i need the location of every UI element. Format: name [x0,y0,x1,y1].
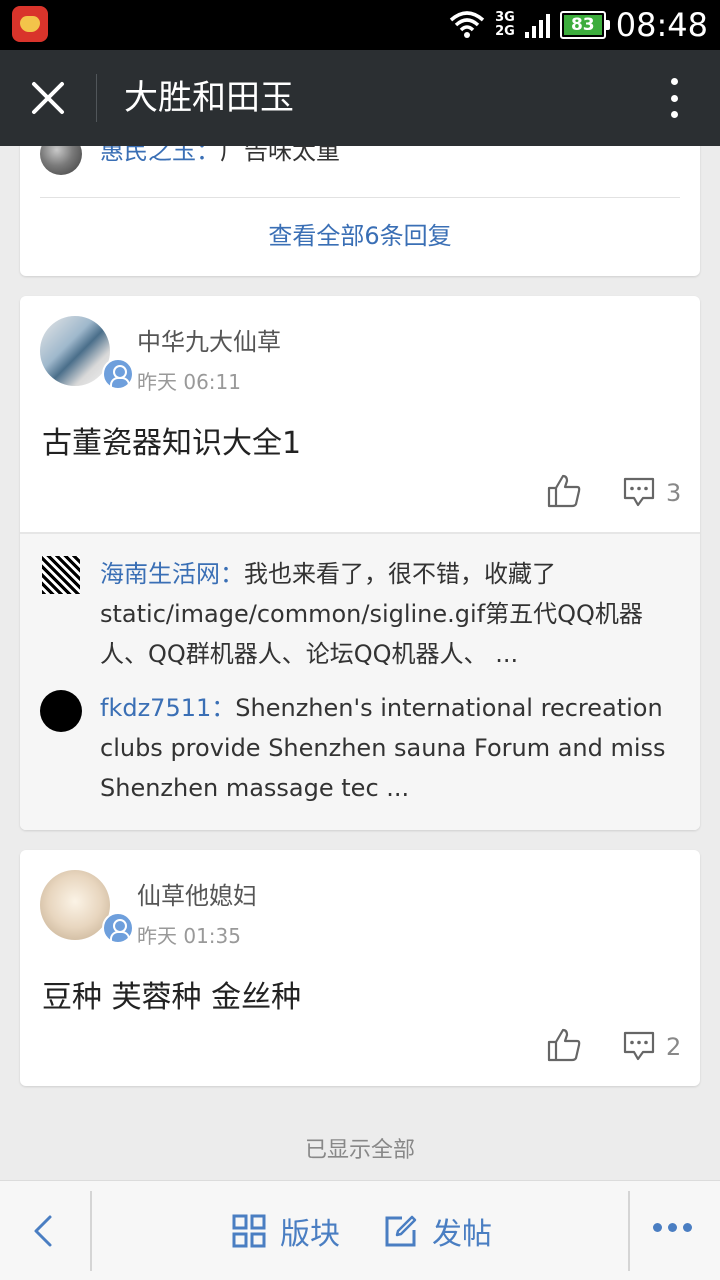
new-post-button[interactable]: 发帖 [384,1209,492,1253]
post-card-previous: 惠民之玉：广告味太重 查看全部6条回复 [20,146,700,276]
bottom-toolbar: 版块 发帖 [0,1180,720,1280]
toolbar-divider [628,1191,630,1271]
post-time: 昨天 06:11 [137,370,241,394]
overflow-menu-icon[interactable] [668,78,680,118]
post-time: 昨天 01:35 [137,924,241,948]
post-title[interactable]: 古董瓷器知识大全1 [42,418,301,462]
user-badge-icon [102,358,134,390]
post-card[interactable]: 仙草他媳妇 昨天 01:35 豆种 芙蓉种 金丝种 2 [20,850,700,1086]
sections-button[interactable]: 版块 [232,1209,340,1253]
clock: 08:48 [615,6,708,44]
title-bar: 大胜和田玉 [0,50,720,146]
reply-item[interactable]: 海南生活网：我也来看了，很不错，收藏了static/image/common/s… [100,554,670,674]
reply-item[interactable]: fkdz7511：Shenzhen's international recrea… [100,688,670,808]
battery-icon: 83 [559,11,610,39]
reply-author: 惠民之玉： [100,146,220,165]
reply-author: 海南生活网： [100,560,244,588]
app-notification-icon [12,6,48,42]
post-author[interactable]: 中华九大仙草 [137,322,281,357]
more-icon[interactable] [653,1223,692,1232]
back-arrow-icon[interactable] [28,1209,58,1253]
new-post-label: 发帖 [432,1217,492,1252]
reply-item[interactable]: 惠民之玉：广告味太重 [100,146,670,171]
like-icon[interactable] [546,1027,582,1063]
reply-avatar [40,690,82,732]
comment-icon[interactable] [622,1030,656,1062]
user-badge-icon [102,912,134,944]
reply-avatar [42,556,80,594]
like-icon[interactable] [546,473,582,509]
status-bar: 3G 2G 83 08:48 [0,0,720,50]
post-card[interactable]: 中华九大仙草 昨天 06:11 古董瓷器知识大全1 3 海南生活网：我也来看了，… [20,296,700,830]
end-of-list-text: 已显示全部 [304,1138,415,1163]
reply-text: 广告味太重 [220,146,340,165]
view-all-replies-link[interactable]: 查看全部6条回复 [20,216,700,251]
reply-avatar [40,146,82,175]
edit-icon [385,1215,417,1247]
toolbar-divider [90,1191,92,1271]
title-divider [96,74,97,122]
post-title[interactable]: 豆种 芙蓉种 金丝种 [42,972,301,1016]
comment-count: 3 [666,479,682,507]
page-title: 大胜和田玉 [124,78,294,118]
author-avatar[interactable] [40,870,110,940]
author-avatar[interactable] [40,316,110,386]
reply-author: fkdz7511： [100,694,236,722]
divider [40,197,680,198]
sections-label: 版块 [280,1217,340,1252]
grid-icon [232,1214,266,1248]
post-list[interactable]: 惠民之玉：广告味太重 查看全部6条回复 中华九大仙草 昨天 06:11 古董瓷器… [0,146,720,1180]
signal-icon [524,12,550,38]
wifi-icon [449,11,485,38]
comment-count: 2 [666,1033,682,1061]
network-type: 3G 2G [495,10,515,39]
battery-level: 83 [563,15,602,35]
close-icon[interactable] [22,72,74,124]
post-author[interactable]: 仙草他媳妇 [137,876,257,911]
comment-icon[interactable] [622,476,656,508]
